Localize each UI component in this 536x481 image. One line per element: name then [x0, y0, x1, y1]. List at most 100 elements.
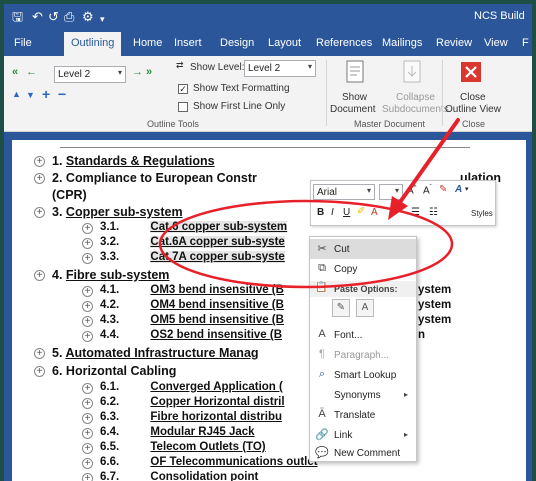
print-preview-icon[interactable]: ⎙ [64, 9, 74, 25]
collapse-subdocuments-button[interactable]: Collapse Subdocuments [382, 58, 449, 116]
expand-heading-icon[interactable]: + [82, 286, 93, 297]
demote-icon[interactable]: → [132, 66, 143, 78]
menu-item-font[interactable]: A Font... [310, 325, 416, 345]
word-window: 🖫 ↶ ↺ ⎙ ⚙ ▾ NCS Build File Outlining Hom… [4, 4, 532, 481]
heading-4[interactable]: 4. Fibre sub-system [52, 268, 169, 282]
italic-icon[interactable]: I [331, 207, 334, 218]
tab-references[interactable]: References [316, 37, 372, 49]
tab-view[interactable]: View [484, 37, 508, 49]
tab-home[interactable]: Home [133, 37, 162, 49]
numbering-icon[interactable]: ☷ [429, 207, 438, 218]
menu-item-copy[interactable]: ⧉ Copy [310, 259, 416, 279]
paste-text-only-icon[interactable]: A [356, 299, 374, 317]
shrink-font-icon[interactable]: Aˇ [423, 185, 432, 196]
show-document-button[interactable]: Show Document [330, 58, 380, 116]
menu-item-synonyms[interactable]: Synonyms ▸ [310, 385, 416, 405]
heading-6-3[interactable]: 6.3. Fibre horizontal distribu [100, 411, 282, 423]
expand-heading-icon[interactable]: + [34, 348, 45, 359]
paste-keep-formatting-icon[interactable]: ✎ [332, 299, 350, 317]
menu-item-link[interactable]: 🔗 Link ▸ [310, 425, 416, 445]
expand-heading-icon[interactable]: + [82, 253, 93, 264]
customize-qat-icon[interactable]: ▾ [100, 11, 105, 27]
tab-outlining[interactable]: Outlining [64, 32, 122, 56]
heading-6[interactable]: 6. Horizontal Cabling [52, 364, 176, 378]
underline-icon[interactable]: U [343, 207, 350, 218]
tab-mailings[interactable]: Mailings [382, 37, 422, 49]
heading-4-4[interactable]: 4.4. OS2 bend insensitive (B [100, 329, 282, 341]
demote-to-body-icon[interactable]: » [146, 66, 152, 78]
expand-heading-icon[interactable]: + [82, 316, 93, 327]
expand-heading-icon[interactable]: + [34, 173, 45, 184]
format-painter-icon[interactable]: ✎ [439, 184, 447, 195]
sync-icon[interactable]: ⚙ [82, 9, 94, 25]
highlight-icon[interactable]: ✐ [357, 206, 365, 217]
heading-6-6[interactable]: 6.6. OF Telecommunications outlet [100, 456, 318, 468]
close-outline-view-button[interactable]: Close Outline View [444, 58, 501, 116]
heading-6-2[interactable]: 6.2. Copper Horizontal distril [100, 396, 285, 408]
font-color-icon[interactable]: A [371, 207, 378, 218]
redo-icon[interactable]: ↺ [48, 9, 59, 25]
expand-icon[interactable]: + [42, 86, 50, 102]
move-down-icon[interactable]: ▼ [26, 90, 35, 100]
styles-label[interactable]: Styles [471, 209, 493, 218]
font-size-select[interactable]: ▾ [379, 184, 403, 200]
outline-level-select[interactable]: Level 2 ▾ [54, 66, 126, 83]
bold-icon[interactable]: B [317, 207, 324, 218]
font-icon: A [318, 328, 326, 340]
tab-layout[interactable]: Layout [268, 37, 301, 49]
heading-4-1[interactable]: 4.1. OM3 bend insensitive (B [100, 284, 284, 296]
heading-6-4[interactable]: 6.4. Modular RJ45 Jack [100, 426, 255, 438]
expand-heading-icon[interactable]: + [82, 238, 93, 249]
expand-heading-icon[interactable]: + [82, 473, 93, 481]
heading-3-2[interactable]: 3.2. Cat.6A copper sub-syste [100, 236, 285, 248]
heading-3-1[interactable]: 3.1. Cat.6 copper sub-system [100, 221, 288, 233]
heading-1[interactable]: 1. Standards & Regulations [52, 154, 215, 168]
promote-icon[interactable]: ← [26, 66, 37, 78]
expand-heading-icon[interactable]: + [82, 398, 93, 409]
expand-heading-icon[interactable]: + [82, 458, 93, 469]
bullets-icon[interactable]: ☰ [411, 207, 420, 218]
show-level-select[interactable]: Level 2 ▾ [244, 60, 316, 77]
heading-6-5[interactable]: 6.5. Telecom Outlets (TO) [100, 441, 266, 453]
menu-item-new-comment[interactable]: 💬 New Comment [310, 443, 416, 463]
save-icon[interactable]: 🖫 [12, 9, 23, 25]
move-up-icon[interactable]: ▲ [12, 89, 21, 99]
heading-2[interactable]: 2. Compliance to European Constr [52, 171, 257, 185]
tab-file[interactable]: File [14, 37, 32, 49]
expand-heading-icon[interactable]: + [82, 383, 93, 394]
menu-item-paragraph[interactable]: ¶ Paragraph... [310, 345, 416, 365]
expand-heading-icon[interactable]: + [34, 156, 45, 167]
tab-insert[interactable]: Insert [174, 37, 202, 49]
expand-heading-icon[interactable]: + [82, 223, 93, 234]
tab-design[interactable]: Design [220, 37, 254, 49]
heading-6-1[interactable]: 6.1. Converged Application ( [100, 381, 283, 393]
heading-5[interactable]: 5. Automated Infrastructure Manag [52, 346, 259, 360]
heading-4-3[interactable]: 4.3. OM5 bend insensitive (B [100, 314, 284, 326]
expand-heading-icon[interactable]: + [82, 443, 93, 454]
grow-font-icon[interactable]: A^ [407, 185, 417, 196]
collapse-icon[interactable]: − [58, 86, 66, 102]
undo-icon[interactable]: ↶ [32, 9, 43, 25]
heading-6-7[interactable]: 6.7. Consolidation point [100, 471, 258, 481]
menu-item-smart-lookup[interactable]: ⌕ Smart Lookup [310, 365, 416, 385]
menu-item-cut[interactable]: ✂ Cut [310, 239, 416, 259]
promote-to-heading1-icon[interactable]: « [12, 66, 18, 78]
heading-3[interactable]: 3. Copper sub-system [52, 205, 183, 219]
heading-2-continuation[interactable]: (CPR) [52, 188, 143, 202]
tab-more[interactable]: F [522, 37, 529, 49]
expand-heading-icon[interactable]: + [34, 207, 45, 218]
expand-heading-icon[interactable]: + [82, 428, 93, 439]
expand-heading-icon[interactable]: + [82, 301, 93, 312]
menu-item-translate[interactable]: Ä Translate [310, 405, 416, 425]
heading-3-3[interactable]: 3.3. Cat.7A copper sub-syste [100, 251, 285, 263]
font-name-select[interactable]: Arial ▾ [313, 184, 375, 200]
expand-heading-icon[interactable]: + [34, 366, 45, 377]
tab-review[interactable]: Review [436, 37, 472, 49]
show-text-formatting-checkbox[interactable]: ✓ [178, 84, 188, 94]
heading-4-2[interactable]: 4.2. OM4 bend insensitive (B [100, 299, 284, 311]
expand-heading-icon[interactable]: + [34, 270, 45, 281]
styles-font-icon[interactable]: A [455, 184, 462, 195]
expand-heading-icon[interactable]: + [82, 331, 93, 342]
expand-heading-icon[interactable]: + [82, 413, 93, 424]
show-first-line-only-checkbox[interactable] [178, 102, 188, 112]
